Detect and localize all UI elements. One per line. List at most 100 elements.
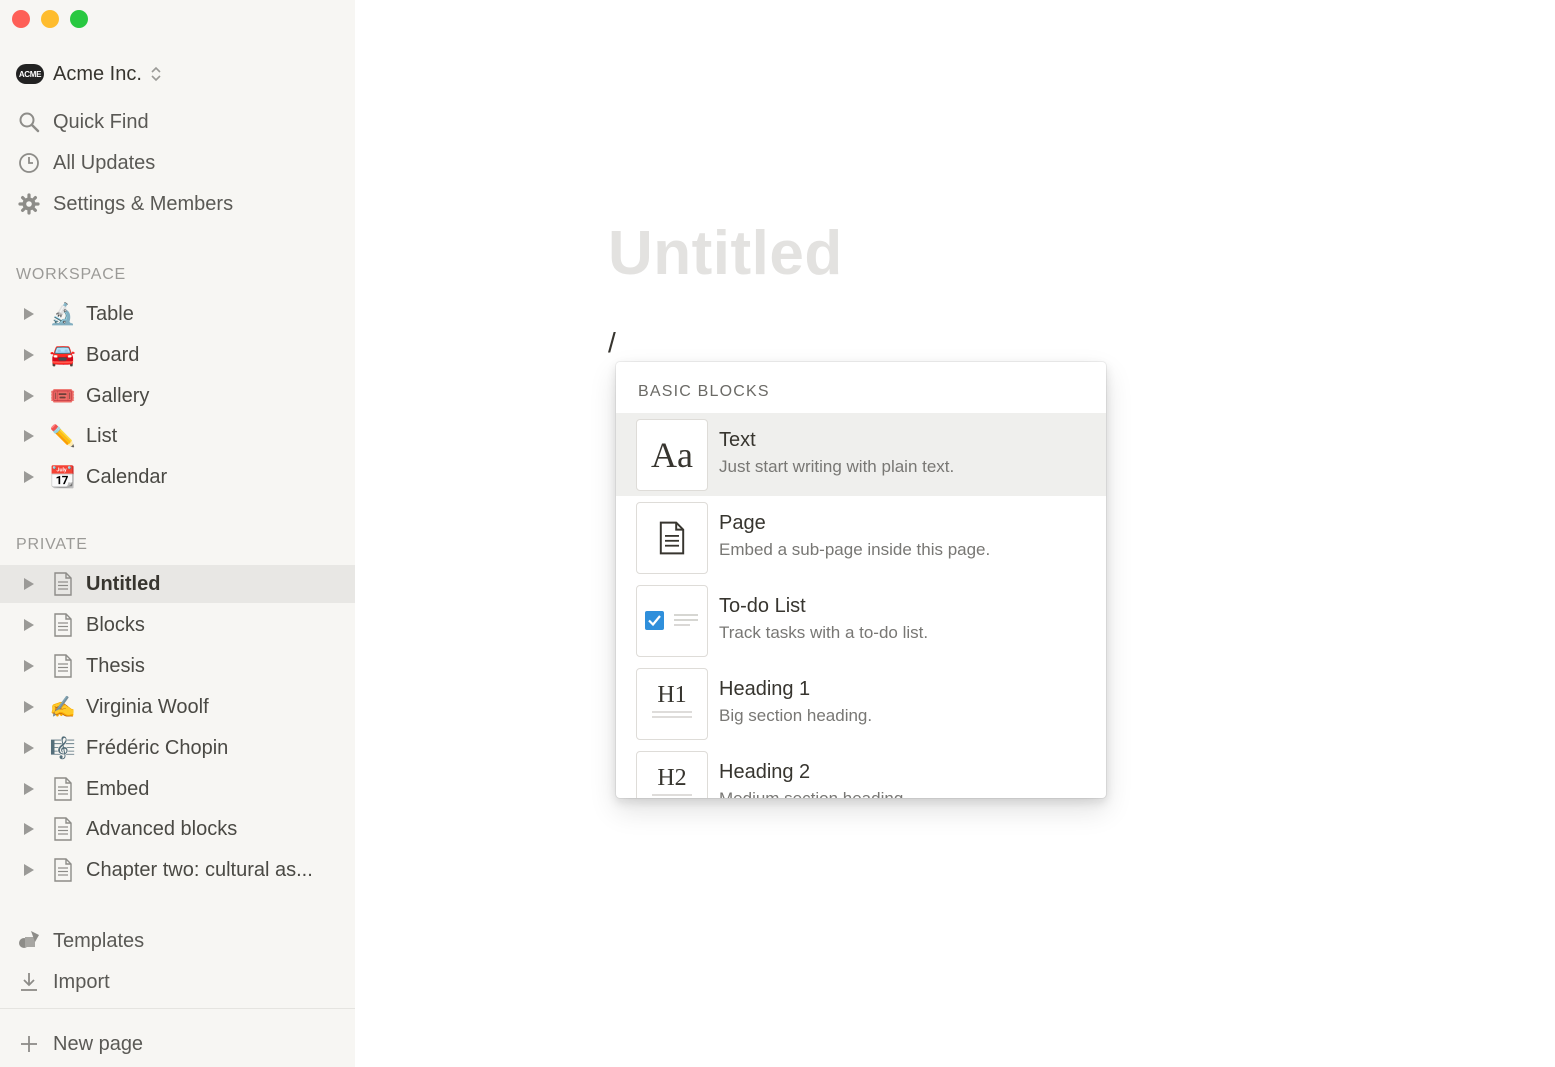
import-label: Import: [53, 970, 110, 993]
block-option-title: Heading 2: [719, 761, 811, 783]
page-block-icon: [636, 502, 708, 574]
new-page-label: New page: [53, 1032, 144, 1055]
block-option-heading-1[interactable]: H1 Heading 1 Big section heading.: [616, 662, 1106, 745]
sidebar-divider: [0, 1008, 355, 1009]
sidebar-item-label: Thesis: [86, 654, 145, 677]
zoom-window-button[interactable]: [70, 10, 88, 28]
text-thumb-label: Aa: [651, 435, 693, 475]
block-option-description: Just start writing with plain text.: [719, 457, 955, 476]
workspace-switcher[interactable]: ACME Acme Inc.: [16, 60, 162, 88]
block-option-title: Heading 1: [719, 678, 811, 700]
sidebar-item-embed[interactable]: Embed: [0, 770, 355, 808]
expand-arrow-icon[interactable]: [24, 864, 34, 876]
expand-arrow-icon[interactable]: [24, 471, 34, 483]
block-option-title: Text: [719, 429, 756, 451]
window-controls: [12, 10, 88, 28]
page-title[interactable]: Untitled: [608, 218, 843, 289]
import-icon: [16, 969, 42, 995]
all-updates-label: All Updates: [53, 151, 156, 174]
sidebar-item-untitled[interactable]: Untitled: [0, 565, 355, 603]
text-block-icon: Aa: [636, 419, 708, 491]
expand-arrow-icon[interactable]: [24, 823, 34, 835]
block-option-description: Medium section heading.: [719, 789, 908, 798]
workspace-section-label: WORKSPACE: [16, 266, 127, 283]
close-window-button[interactable]: [12, 10, 30, 28]
settings-members-label: Settings & Members: [53, 192, 234, 215]
sidebar-item-board[interactable]: 🚘 Board: [0, 336, 355, 374]
block-option-page[interactable]: Page Embed a sub-page inside this page.: [616, 496, 1106, 579]
expand-arrow-icon[interactable]: [24, 578, 34, 590]
block-option-description: Embed a sub-page inside this page.: [719, 540, 991, 559]
sidebar-item-gallery[interactable]: 🎟️ Gallery: [0, 377, 355, 415]
todo-block-icon: [636, 585, 708, 657]
expand-arrow-icon[interactable]: [24, 619, 34, 631]
block-option-todo-list[interactable]: To-do List Track tasks with a to-do list…: [616, 579, 1106, 662]
plus-icon: [16, 1031, 42, 1057]
sidebar-item-table[interactable]: 🔬 Table: [0, 295, 355, 333]
block-option-heading-2[interactable]: H2 Heading 2 Medium section heading.: [616, 745, 1106, 798]
block-menu-popup: BASIC BLOCKS Aa Text Just start writing …: [616, 362, 1106, 798]
page-icon: [50, 653, 76, 679]
sidebar-item-calendar[interactable]: 📆 Calendar: [0, 458, 355, 496]
sidebar-item-blocks[interactable]: Blocks: [0, 606, 355, 644]
sidebar-item-label: Embed: [86, 777, 150, 800]
templates-button[interactable]: Templates: [16, 925, 144, 957]
expand-arrow-icon[interactable]: [24, 783, 34, 795]
expand-arrow-icon[interactable]: [24, 349, 34, 361]
basic-blocks-section-label: BASIC BLOCKS: [638, 383, 770, 400]
heading-2-block-icon: H2: [636, 751, 708, 798]
sidebar-item-label: Calendar: [86, 465, 168, 488]
sidebar-item-thesis[interactable]: Thesis: [0, 647, 355, 685]
expand-arrow-icon[interactable]: [24, 660, 34, 672]
new-page-button[interactable]: New page: [16, 1028, 143, 1060]
search-icon: [16, 109, 42, 135]
heading-1-block-icon: H1: [636, 668, 708, 740]
block-option-text[interactable]: Aa Text Just start writing with plain te…: [616, 413, 1106, 496]
page-icon: [50, 612, 76, 638]
minimize-window-button[interactable]: [41, 10, 59, 28]
sidebar-item-label: Untitled: [86, 572, 161, 595]
expand-arrow-icon[interactable]: [24, 742, 34, 754]
writing-hand-icon: ✍️: [49, 695, 77, 719]
expand-arrow-icon[interactable]: [24, 390, 34, 402]
heading-1-thumb-label: H1: [657, 681, 687, 708]
sidebar-item-label: Gallery: [86, 384, 150, 407]
clock-icon: [16, 150, 42, 176]
page-icon: [50, 776, 76, 802]
sidebar-item-label: Chapter two: cultural as...: [86, 858, 313, 881]
page-icon: [50, 857, 76, 883]
block-option-description: Track tasks with a to-do list.: [719, 623, 929, 642]
slash-command-input[interactable]: /: [608, 327, 616, 359]
car-icon: 🚘: [49, 343, 77, 367]
sidebar: ACME Acme Inc. Quick Find All Updates Se…: [0, 0, 355, 1067]
page-icon: [50, 571, 76, 597]
microscope-icon: 🔬: [49, 302, 77, 326]
sidebar-item-chapter-two[interactable]: Chapter two: cultural as...: [0, 851, 355, 889]
sidebar-item-label: Board: [86, 343, 140, 366]
templates-label: Templates: [53, 929, 145, 952]
import-button[interactable]: Import: [16, 966, 110, 998]
sidebar-item-frederic-chopin[interactable]: 🎼 Frédéric Chopin: [0, 729, 355, 767]
workspace-name: Acme Inc.: [53, 62, 142, 85]
quick-find-label: Quick Find: [53, 110, 149, 133]
all-updates-button[interactable]: All Updates: [16, 147, 155, 179]
sidebar-item-label: Table: [86, 302, 134, 325]
sidebar-item-virginia-woolf[interactable]: ✍️ Virginia Woolf: [0, 688, 355, 726]
quick-find-button[interactable]: Quick Find: [16, 106, 149, 138]
pencil-icon: ✏️: [49, 424, 77, 448]
sidebar-item-advanced-blocks[interactable]: Advanced blocks: [0, 810, 355, 848]
sidebar-item-label: Virginia Woolf: [86, 695, 209, 718]
calendar-icon: 📆: [49, 465, 77, 489]
heading-2-thumb-label: H2: [657, 764, 687, 791]
block-option-title: To-do List: [719, 595, 806, 617]
sidebar-item-label: List: [86, 424, 118, 447]
settings-members-button[interactable]: Settings & Members: [16, 188, 233, 220]
expand-arrow-icon[interactable]: [24, 308, 34, 320]
gear-icon: [16, 191, 42, 217]
musical-score-icon: 🎼: [49, 736, 77, 760]
sidebar-item-list[interactable]: ✏️ List: [0, 417, 355, 455]
expand-arrow-icon[interactable]: [24, 701, 34, 713]
private-section-label: PRIVATE: [16, 536, 88, 553]
expand-arrow-icon[interactable]: [24, 430, 34, 442]
block-option-title: Page: [719, 512, 766, 534]
